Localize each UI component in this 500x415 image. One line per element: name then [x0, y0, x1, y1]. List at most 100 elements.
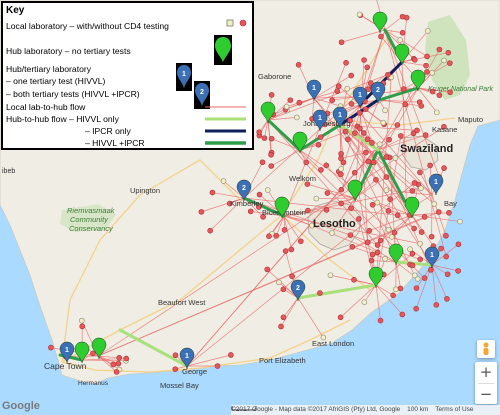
local-lab-marker[interactable]	[261, 135, 268, 141]
local-lab-marker[interactable]	[110, 361, 117, 368]
local-lab-marker[interactable]	[385, 71, 391, 78]
local-lab-marker[interactable]	[356, 216, 362, 222]
local-lab-marker[interactable]	[356, 110, 363, 116]
local-lab-marker[interactable]	[348, 101, 355, 107]
local-lab-marker[interactable]	[447, 60, 453, 66]
local-lab-marker[interactable]	[433, 109, 440, 116]
local-lab-marker[interactable]	[421, 275, 428, 281]
local-lab-marker[interactable]	[172, 352, 179, 359]
local-lab-marker[interactable]	[295, 62, 302, 68]
local-lab-marker[interactable]	[323, 207, 330, 213]
local-lab-marker[interactable]	[335, 83, 342, 89]
local-lab-marker[interactable]	[349, 243, 356, 250]
local-lab-marker[interactable]	[373, 176, 379, 183]
local-lab-marker[interactable]	[374, 249, 381, 256]
local-lab-marker[interactable]	[399, 13, 406, 20]
local-lab-marker[interactable]	[323, 162, 330, 169]
local-lab-marker[interactable]	[298, 238, 304, 245]
local-lab-marker[interactable]	[268, 151, 274, 158]
local-lab-marker[interactable]	[387, 196, 393, 202]
local-lab-marker[interactable]	[329, 230, 335, 236]
local-lab-marker[interactable]	[393, 286, 399, 293]
local-lab-marker[interactable]	[90, 350, 96, 357]
local-lab-marker[interactable]	[431, 201, 438, 207]
local-lab-marker[interactable]	[455, 241, 462, 248]
local-lab-marker[interactable]	[385, 226, 392, 233]
local-lab-marker[interactable]	[402, 101, 409, 108]
local-lab-marker[interactable]	[378, 33, 384, 40]
local-lab-marker[interactable]	[209, 189, 216, 196]
local-lab-marker[interactable]	[345, 136, 351, 143]
local-lab-marker[interactable]	[303, 159, 310, 166]
local-lab-marker[interactable]	[198, 209, 205, 215]
local-lab-marker[interactable]	[399, 311, 406, 318]
local-lab-marker[interactable]	[278, 323, 284, 330]
local-lab-marker[interactable]	[113, 369, 120, 375]
local-lab-marker[interactable]	[116, 354, 123, 361]
local-lab-marker[interactable]	[280, 314, 287, 321]
local-lab-marker[interactable]	[428, 233, 435, 240]
local-lab-marker[interactable]	[397, 285, 404, 292]
local-lab-marker[interactable]	[256, 191, 263, 198]
local-lab-marker[interactable]	[273, 232, 280, 239]
local-lab-marker[interactable]	[398, 133, 404, 139]
local-lab-marker[interactable]	[376, 141, 383, 148]
local-lab-marker[interactable]	[296, 99, 303, 106]
local-lab-marker[interactable]	[264, 266, 271, 273]
local-lab-marker[interactable]	[338, 186, 345, 193]
local-lab-marker[interactable]	[351, 169, 358, 176]
local-lab-marker[interactable]	[305, 207, 311, 214]
local-lab-marker[interactable]	[443, 232, 449, 239]
local-lab-marker[interactable]	[289, 273, 295, 280]
local-lab-marker[interactable]	[338, 155, 344, 162]
local-lab-marker[interactable]	[429, 70, 435, 76]
local-lab-marker[interactable]	[361, 57, 367, 63]
zoom-out-button[interactable]: −	[475, 384, 497, 405]
local-lab-marker[interactable]	[443, 253, 449, 260]
local-lab-marker[interactable]	[418, 103, 425, 109]
local-lab-marker[interactable]	[338, 166, 344, 172]
local-lab-marker[interactable]	[220, 178, 227, 184]
local-lab-marker[interactable]	[361, 299, 368, 306]
local-lab-marker[interactable]	[369, 251, 376, 258]
local-lab-marker[interactable]	[369, 140, 375, 146]
local-lab-marker[interactable]	[397, 37, 404, 43]
local-lab-marker[interactable]	[423, 62, 429, 69]
local-lab-marker[interactable]	[383, 174, 390, 180]
local-lab-marker[interactable]	[424, 69, 430, 75]
local-lab-marker[interactable]	[441, 165, 447, 171]
local-lab-marker[interactable]	[383, 187, 390, 194]
local-lab-marker[interactable]	[287, 97, 294, 103]
local-lab-marker[interactable]	[214, 363, 221, 369]
local-lab-marker[interactable]	[327, 272, 334, 279]
local-lab-marker[interactable]	[392, 155, 399, 161]
local-lab-marker[interactable]	[380, 119, 387, 126]
local-lab-marker[interactable]	[369, 201, 376, 208]
local-lab-marker[interactable]	[288, 246, 295, 253]
local-lab-marker[interactable]	[383, 154, 390, 160]
local-lab-marker[interactable]	[425, 28, 431, 34]
google-logo[interactable]: Google	[2, 400, 40, 412]
local-lab-marker[interactable]	[411, 180, 418, 186]
local-lab-marker[interactable]	[364, 64, 371, 71]
zoom-control[interactable]: + −	[475, 362, 497, 404]
local-lab-marker[interactable]	[438, 245, 444, 252]
local-lab-marker[interactable]	[364, 239, 371, 246]
local-lab-marker[interactable]	[413, 285, 420, 291]
local-lab-marker[interactable]	[418, 229, 425, 235]
local-lab-marker[interactable]	[411, 225, 417, 232]
local-lab-marker[interactable]	[411, 272, 418, 279]
zoom-in-button[interactable]: +	[475, 362, 497, 383]
local-lab-marker[interactable]	[446, 209, 452, 216]
local-lab-marker[interactable]	[79, 317, 85, 324]
local-lab-marker[interactable]	[370, 159, 377, 166]
local-lab-marker[interactable]	[48, 344, 54, 351]
local-lab-marker[interactable]	[337, 314, 344, 321]
local-lab-marker[interactable]	[377, 317, 384, 324]
local-lab-marker[interactable]	[422, 132, 429, 138]
local-lab-marker[interactable]	[436, 92, 443, 99]
local-lab-marker[interactable]	[382, 256, 388, 262]
local-lab-marker[interactable]	[268, 135, 275, 142]
local-lab-marker[interactable]	[366, 227, 373, 234]
local-lab-marker[interactable]	[123, 355, 130, 362]
